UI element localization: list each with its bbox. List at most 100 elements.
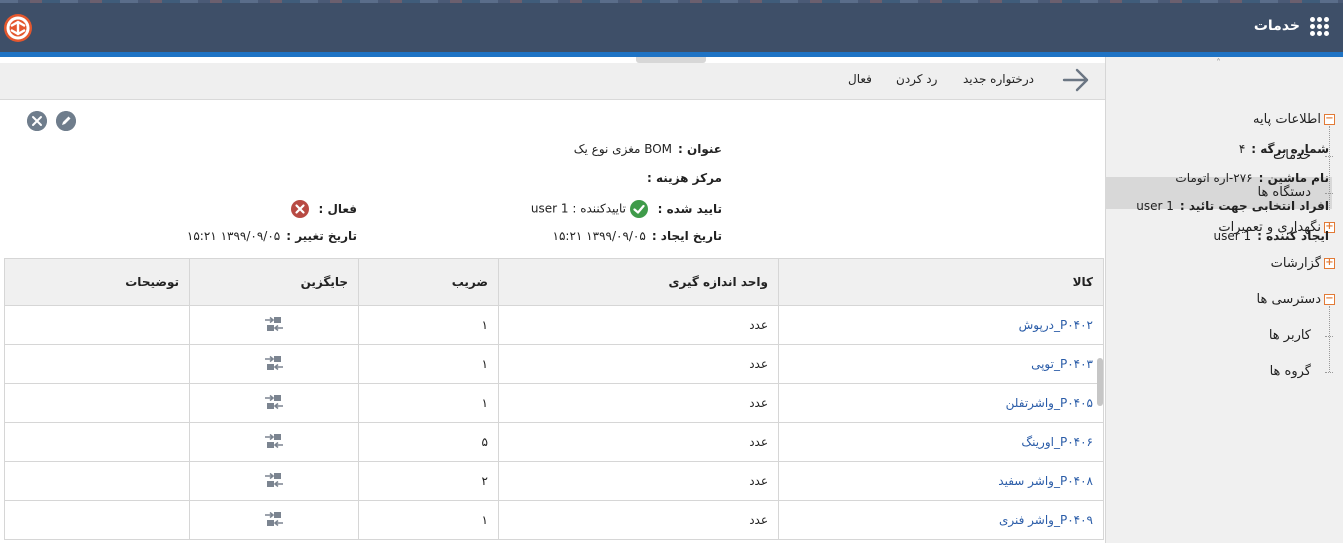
- cell-unit: عدد: [498, 461, 779, 501]
- label-sheet-no: شماره برگه :: [1251, 142, 1329, 156]
- chevron-up-icon[interactable]: ˄: [1216, 58, 1221, 69]
- tree-line: [1325, 193, 1333, 194]
- cell-factor: ۵: [358, 422, 499, 462]
- back-arrow-icon[interactable]: [1061, 66, 1091, 94]
- value-change-date: ۱۳۹۹/۰۹/۰۵ ۱۵:۲۱: [186, 229, 281, 243]
- cell-notes: [4, 383, 190, 423]
- label-create-date: تاریخ ایجاد :: [651, 229, 722, 243]
- activate-button[interactable]: فعال: [848, 72, 872, 86]
- label-title: عنوان :: [678, 142, 722, 156]
- field-machine: نام ماشین : ۲۷۶-اره اتومات: [1175, 171, 1329, 185]
- swap-icon[interactable]: [263, 472, 285, 488]
- cell-item-link[interactable]: P۰۴۰۳_توپی: [778, 344, 1104, 384]
- cell-item-link[interactable]: P۰۴۰۶_اورینگ: [778, 422, 1104, 462]
- cell-unit: عدد: [498, 422, 779, 462]
- value-machine: ۲۷۶-اره اتومات: [1175, 171, 1253, 185]
- swap-icon[interactable]: [263, 355, 285, 371]
- app-title: خدمات: [1253, 18, 1300, 34]
- value-creator: user 1: [1213, 229, 1252, 243]
- sidebar-item-basic-info[interactable]: اطلاعات پایه: [1253, 107, 1321, 133]
- column-header-item[interactable]: کالا: [778, 258, 1104, 306]
- cell-substitute: [189, 383, 359, 423]
- field-create-date: تاریخ ایجاد : ۱۳۹۹/۰۹/۰۵ ۱۵:۲۱: [553, 229, 722, 243]
- field-active: فعال :: [290, 200, 357, 218]
- cell-factor: ۲: [358, 461, 499, 501]
- check-icon: [629, 200, 648, 218]
- table-row[interactable]: P۰۴۰۵_واشرتفلن عدد ۱: [4, 383, 1104, 423]
- swap-icon[interactable]: [263, 511, 285, 527]
- field-change-date: تاریخ تغییر : ۱۳۹۹/۰۹/۰۵ ۱۵:۲۱: [187, 229, 357, 243]
- cell-substitute: [189, 461, 359, 501]
- top-bar: [0, 0, 1343, 52]
- collapse-icon[interactable]: −: [1324, 114, 1335, 125]
- table-row[interactable]: P۰۴۰۶_اورینگ عدد ۵: [4, 422, 1104, 462]
- column-header-unit[interactable]: واحد اندازه گیری: [498, 258, 779, 306]
- field-sheet-no: شماره برگه : ۴: [1239, 142, 1329, 156]
- value-sheet-no: ۴: [1238, 142, 1246, 156]
- cell-substitute: [189, 500, 359, 540]
- swap-icon[interactable]: [263, 316, 285, 332]
- cell-item-link[interactable]: P۰۴۰۵_واشرتفلن: [778, 383, 1104, 423]
- cell-notes: [4, 500, 190, 540]
- tree-line: [1325, 372, 1333, 373]
- grid-icon[interactable]: [1310, 16, 1329, 36]
- cell-factor: ۱: [358, 500, 499, 540]
- cross-icon: [290, 200, 309, 218]
- tree-line: [1325, 156, 1333, 157]
- sidebar-item-users[interactable]: کاربر ها: [1269, 323, 1311, 349]
- cell-notes: [4, 305, 190, 345]
- value-selected-people: user 1: [1136, 199, 1174, 213]
- cell-item-link[interactable]: P۰۴۰۹_واشر فنری: [778, 500, 1104, 540]
- cell-notes: [4, 461, 190, 501]
- table-row[interactable]: P۰۴۰۸_واشر سفید عدد ۲: [4, 461, 1104, 501]
- label-change-date: تاریخ تغییر :: [286, 229, 357, 243]
- tree-line: [1325, 336, 1333, 337]
- label-approved: تایید شده :: [657, 201, 722, 216]
- bom-table: کالا واحد اندازه گیری ضریب جایگزین توضیح…: [4, 258, 1104, 540]
- field-creator: ایجاد کننده : user 1: [1213, 229, 1329, 243]
- collapse-icon[interactable]: −: [1324, 294, 1335, 305]
- cell-factor: ۱: [358, 383, 499, 423]
- table-row[interactable]: P۰۴۰۲_درپوش عدد ۱: [4, 305, 1104, 345]
- expand-icon[interactable]: +: [1324, 258, 1335, 269]
- table-row[interactable]: P۰۴۰۹_واشر فنری عدد ۱: [4, 500, 1104, 540]
- column-header-substitute[interactable]: جایگزین: [189, 258, 359, 306]
- sidebar-item-access[interactable]: دسترسی ها: [1257, 287, 1321, 313]
- swap-icon[interactable]: [263, 433, 285, 449]
- sidebar-item-reports[interactable]: گزارشات: [1271, 251, 1321, 277]
- field-title: عنوان : BOM مغزی نوع یک: [574, 142, 722, 156]
- cell-item-link[interactable]: P۰۴۰۲_درپوش: [778, 305, 1104, 345]
- value-create-date: ۱۳۹۹/۰۹/۰۵ ۱۵:۲۱: [552, 229, 646, 243]
- cell-unit: عدد: [498, 344, 779, 384]
- label-cost-center: مرکز هزینه :: [647, 171, 722, 185]
- tree-line: [1329, 126, 1330, 210]
- field-cost-center: مرکز هزینه :: [641, 171, 722, 185]
- cell-notes: [4, 344, 190, 384]
- column-header-factor[interactable]: ضریب: [358, 258, 499, 306]
- close-icon[interactable]: [27, 111, 47, 131]
- column-header-notes[interactable]: توضیحات: [4, 258, 190, 306]
- brand-logo-icon[interactable]: [3, 13, 33, 43]
- cell-factor: ۱: [358, 344, 499, 384]
- field-approved: تایید شده : تاییدکننده : user 1: [531, 200, 722, 218]
- label-creator: ایجاد کننده :: [1257, 229, 1329, 243]
- cell-unit: عدد: [498, 500, 779, 540]
- reject-button[interactable]: رد کردن: [896, 72, 937, 86]
- field-selected-people: افراد انتخابی جهت تائید : user 1: [1136, 199, 1329, 213]
- scrollbar[interactable]: [1097, 358, 1103, 406]
- cell-substitute: [189, 305, 359, 345]
- app-brand[interactable]: خدمات: [1254, 13, 1329, 39]
- swap-icon[interactable]: [263, 394, 285, 410]
- sidebar-item-groups[interactable]: گروه ها: [1270, 359, 1311, 385]
- label-machine: نام ماشین :: [1258, 171, 1329, 185]
- cell-substitute: [189, 344, 359, 384]
- top-decorative-strip: [0, 0, 1343, 3]
- edit-icon[interactable]: [56, 111, 76, 131]
- cell-substitute: [189, 422, 359, 462]
- label-active: فعال :: [318, 201, 357, 216]
- value-approver: تاییدکننده : user 1: [530, 201, 627, 216]
- value-title: BOM مغزی نوع یک: [573, 142, 673, 156]
- new-tree-button[interactable]: درختواره جدید: [963, 72, 1034, 86]
- table-row[interactable]: P۰۴۰۳_توپی عدد ۱: [4, 344, 1104, 384]
- cell-item-link[interactable]: P۰۴۰۸_واشر سفید: [778, 461, 1104, 501]
